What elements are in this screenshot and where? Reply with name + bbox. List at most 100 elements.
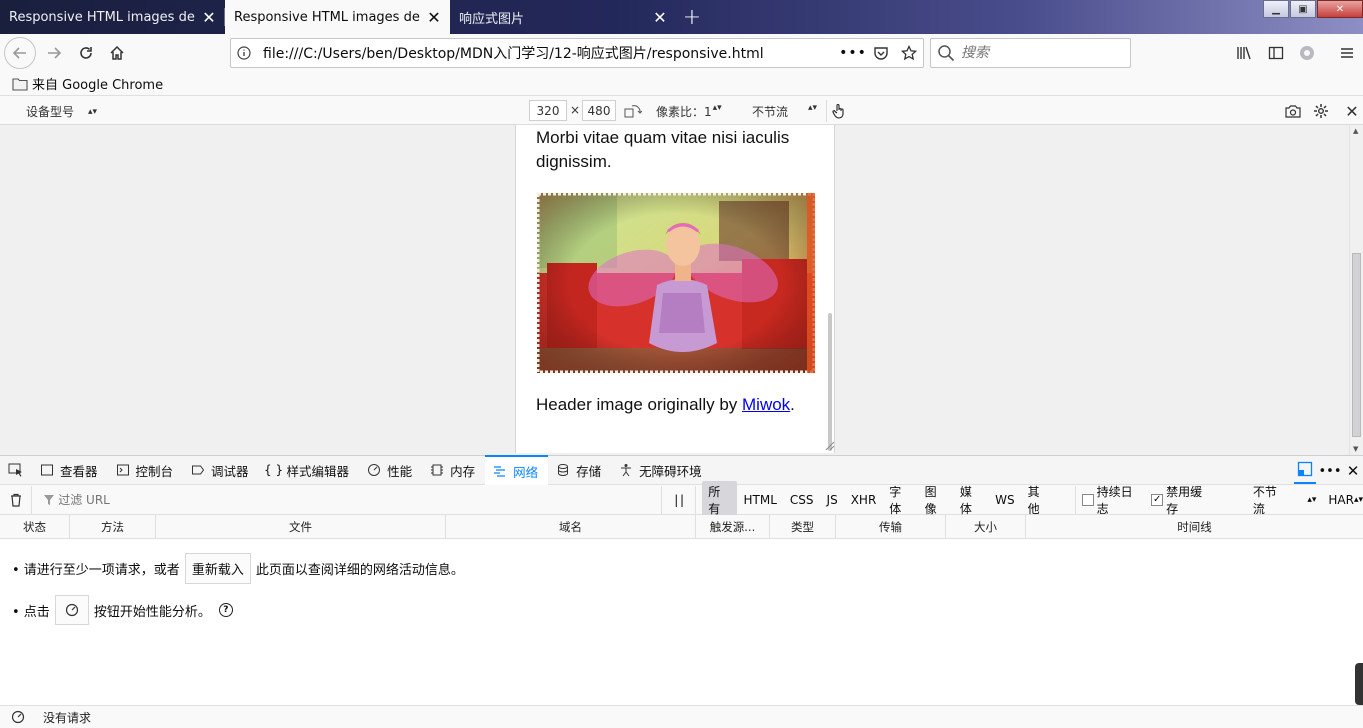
scroll-down-icon[interactable]: ▼ bbox=[1353, 445, 1358, 453]
column-method[interactable]: 方法 bbox=[70, 515, 156, 539]
pause-button[interactable]: | | bbox=[661, 485, 697, 514]
bookmark-star-icon[interactable] bbox=[895, 39, 923, 67]
column-domain[interactable]: 域名 bbox=[446, 515, 696, 539]
close-tab-icon[interactable]: ✕ bbox=[201, 8, 217, 27]
info-icon[interactable] bbox=[231, 39, 257, 67]
extension-button[interactable] bbox=[1291, 37, 1323, 69]
column-file[interactable]: 文件 bbox=[156, 515, 446, 539]
home-icon bbox=[110, 45, 124, 60]
miwok-link[interactable]: Miwok bbox=[742, 395, 790, 414]
minimize-button[interactable]: ▁ bbox=[1263, 0, 1289, 18]
column-transferred[interactable]: 传输 bbox=[836, 515, 946, 539]
network-throttle-selector[interactable]: 不节流 ▴▾ bbox=[752, 103, 817, 120]
filter-other[interactable]: 其他 bbox=[1022, 481, 1056, 519]
scroll-edge-indicator bbox=[1355, 663, 1363, 705]
disable-cache-toggle[interactable]: ✓ 禁用缓存 bbox=[1151, 483, 1213, 517]
bookmark-folder-label: 来自 Google Chrome bbox=[32, 78, 164, 93]
devtools-more-button[interactable]: ••• bbox=[1319, 456, 1342, 486]
devtools-tab-debugger[interactable]: 调试器 bbox=[183, 455, 259, 485]
persist-log-toggle[interactable]: 持续日志 bbox=[1074, 485, 1144, 516]
close-devtools-button[interactable]: ✕ bbox=[1344, 456, 1362, 486]
filter-css[interactable]: CSS bbox=[784, 491, 820, 509]
viewport-frame[interactable]: Morbi vitae quam vitae nisi iaculis dign… bbox=[515, 125, 835, 453]
device-selector[interactable]: 设备型号 ▴▾ bbox=[26, 103, 97, 120]
home-button[interactable] bbox=[101, 37, 133, 69]
viewport-height-input[interactable]: 480 bbox=[582, 100, 616, 121]
devtools-tab-console[interactable]: 控制台 bbox=[108, 455, 184, 485]
devtools-tab-network[interactable]: 网络 bbox=[485, 455, 549, 485]
scrollbar-thumb[interactable] bbox=[1352, 253, 1361, 437]
dock-toggle-button[interactable] bbox=[1294, 456, 1316, 484]
clear-requests-button[interactable] bbox=[0, 486, 31, 514]
devtools-tab-accessibility[interactable]: 无障碍环境 bbox=[611, 455, 712, 485]
viewport-width-input[interactable]: 320 bbox=[529, 100, 567, 121]
rotate-viewport-button[interactable] bbox=[622, 102, 644, 120]
element-picker-button[interactable] bbox=[0, 455, 32, 485]
persist-log-checkbox[interactable] bbox=[1081, 493, 1094, 506]
page-actions-icon[interactable]: ••• bbox=[839, 39, 867, 67]
select-arrows-icon: ▴▾ bbox=[1307, 494, 1317, 505]
devtools-tab-inspector[interactable]: 查看器 bbox=[32, 455, 108, 485]
resize-handle-icon[interactable] bbox=[823, 439, 835, 451]
scroll-up-icon[interactable]: ▲ bbox=[1353, 127, 1358, 135]
network-throttle-select[interactable]: 不节流 ▴▾ bbox=[1253, 483, 1317, 517]
filter-html[interactable]: HTML bbox=[738, 491, 783, 509]
search-input[interactable] bbox=[961, 45, 1111, 61]
close-tab-icon[interactable]: ✕ bbox=[652, 8, 668, 27]
start-performance-button[interactable] bbox=[54, 595, 89, 625]
browser-tab[interactable]: 响应式图片 ✕ bbox=[450, 0, 676, 34]
close-tab-icon[interactable]: ✕ bbox=[426, 8, 442, 27]
filter-all[interactable]: 所有 bbox=[702, 480, 737, 519]
forward-button[interactable] bbox=[38, 37, 70, 69]
column-type[interactable]: 类型 bbox=[770, 515, 836, 539]
tab-label: 内存 bbox=[450, 463, 476, 479]
devtools-tab-memory[interactable]: 内存 bbox=[422, 455, 485, 485]
rdm-settings-button[interactable] bbox=[1310, 101, 1332, 121]
filter-js[interactable]: JS bbox=[821, 491, 844, 509]
browser-tab[interactable]: Responsive HTML images demo ✕ bbox=[0, 0, 225, 34]
menu-button[interactable] bbox=[1331, 37, 1363, 69]
column-status[interactable]: 状态 bbox=[0, 515, 70, 539]
filter-fonts[interactable]: 字体 bbox=[883, 481, 917, 519]
library-button[interactable] bbox=[1228, 37, 1260, 69]
folder-icon bbox=[12, 77, 28, 91]
bookmark-folder[interactable]: 来自 Google Chrome bbox=[12, 74, 163, 93]
window-close-button[interactable]: ✕ bbox=[1317, 0, 1363, 18]
frame-scrollbar[interactable] bbox=[828, 313, 832, 451]
dpr-selector[interactable]: 像素比：1 ▴▾ bbox=[656, 103, 722, 120]
filter-images[interactable]: 图像 bbox=[919, 481, 953, 519]
new-tab-button[interactable]: + bbox=[676, 0, 708, 34]
disable-cache-label: 禁用缓存 bbox=[1166, 484, 1203, 516]
filter-url-field[interactable] bbox=[31, 485, 661, 514]
url-text[interactable]: file:///C:/Users/ben/Desktop/MDN入门学习/12-… bbox=[257, 43, 839, 63]
filter-url-input[interactable] bbox=[58, 492, 619, 507]
column-size[interactable]: 大小 bbox=[946, 515, 1026, 539]
back-button[interactable] bbox=[4, 37, 36, 69]
help-icon[interactable]: ? bbox=[218, 603, 233, 617]
filter-media[interactable]: 媒体 bbox=[954, 481, 988, 519]
performance-analysis-button[interactable] bbox=[0, 706, 36, 728]
maximize-button[interactable]: ▣ bbox=[1290, 0, 1316, 18]
disable-cache-checkbox[interactable]: ✓ bbox=[1151, 493, 1164, 506]
url-bar[interactable]: file:///C:/Users/ben/Desktop/MDN入门学习/12-… bbox=[230, 38, 924, 68]
close-rdm-button[interactable]: ✕ bbox=[1341, 101, 1363, 121]
filter-ws[interactable]: WS bbox=[989, 491, 1020, 509]
close-icon: ✕ bbox=[1345, 101, 1359, 121]
column-cause[interactable]: 触发源... bbox=[696, 515, 770, 539]
reload-page-button[interactable]: 重新载入 bbox=[184, 553, 251, 584]
filter-xhr[interactable]: XHR bbox=[845, 491, 883, 509]
column-waterfall[interactable]: 时间线 bbox=[1026, 515, 1363, 539]
har-label: HAR bbox=[1328, 492, 1354, 507]
devtools-tab-storage[interactable]: 存储 bbox=[548, 455, 611, 485]
touch-simulation-button[interactable] bbox=[826, 100, 850, 122]
devtools-tab-performance[interactable]: 性能 bbox=[359, 455, 422, 485]
sidebar-button[interactable] bbox=[1260, 37, 1292, 69]
har-menu-button[interactable]: HAR ▴▾ bbox=[1328, 493, 1363, 507]
devtools-tab-style-editor[interactable]: { } 样式编辑器 bbox=[259, 455, 360, 485]
pocket-icon[interactable] bbox=[867, 39, 895, 67]
reload-button[interactable] bbox=[70, 37, 102, 69]
search-bar[interactable] bbox=[930, 38, 1131, 68]
browser-tab-active[interactable]: Responsive HTML images demo ✕ bbox=[225, 0, 450, 34]
page-scrollbar[interactable]: ▲ ▼ bbox=[1349, 125, 1363, 455]
screenshot-button[interactable] bbox=[1282, 101, 1304, 121]
